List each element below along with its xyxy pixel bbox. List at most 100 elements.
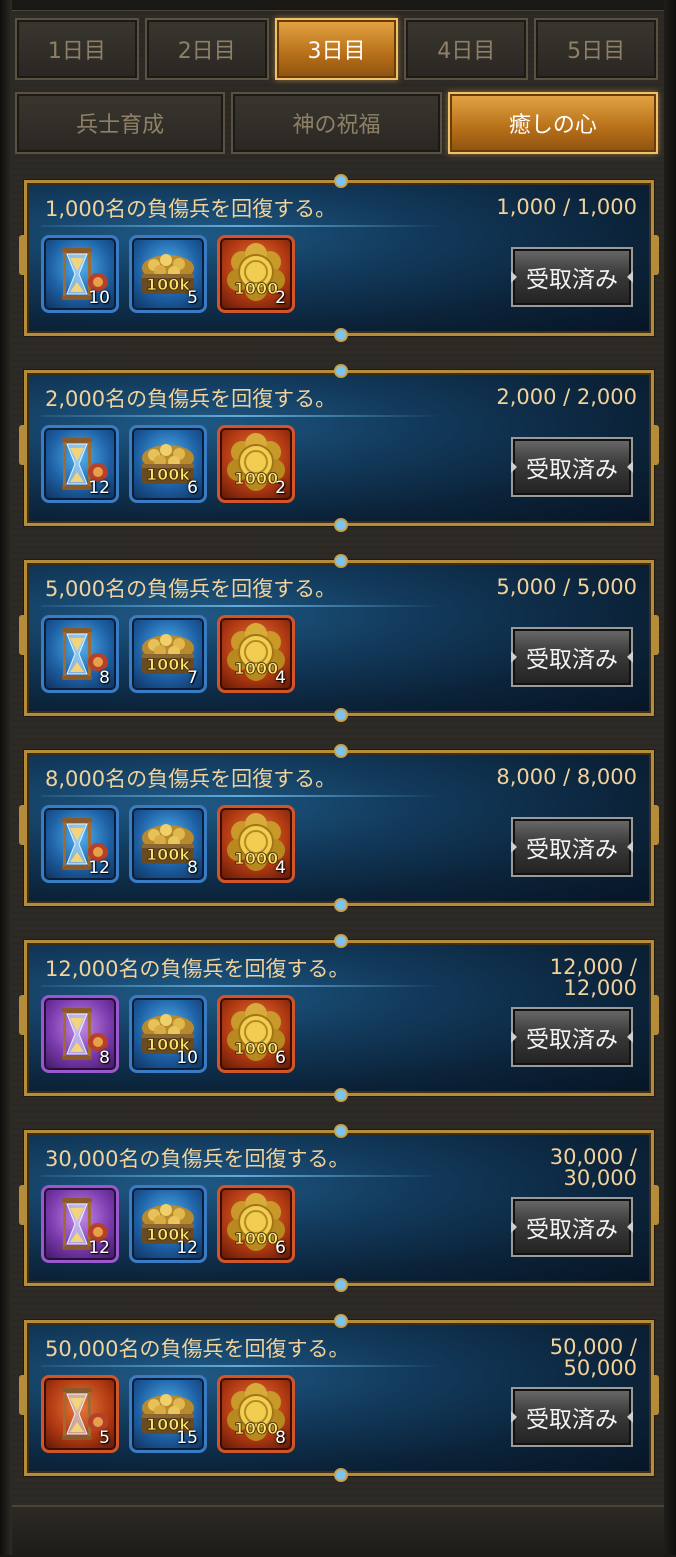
reward-item[interactable]: 100k 10 bbox=[129, 995, 207, 1073]
reward-list: 8 100k 7 1000 4 bbox=[41, 615, 295, 693]
card-ornament-left bbox=[19, 615, 27, 655]
svg-text:1000: 1000 bbox=[234, 279, 279, 298]
title-underline bbox=[41, 1175, 441, 1177]
tab-healing-heart[interactable]: 癒しの心 bbox=[447, 92, 658, 154]
card-ornament-right bbox=[651, 1375, 659, 1415]
reward-quantity: 2 bbox=[275, 288, 286, 308]
reward-list: 12 100k 12 1000 6 bbox=[41, 1185, 295, 1263]
reward-quantity: 7 bbox=[187, 668, 198, 688]
svg-text:1000: 1000 bbox=[234, 469, 279, 488]
reward-item[interactable]: 8 bbox=[41, 615, 119, 693]
reward-quantity: 12 bbox=[88, 1238, 110, 1258]
tab-day-3[interactable]: 3日目 bbox=[274, 18, 399, 80]
reward-quantity: 8 bbox=[99, 668, 110, 688]
claimed-button[interactable]: 受取済み bbox=[511, 437, 633, 497]
svg-text:1000: 1000 bbox=[234, 1229, 279, 1248]
card-ornament-right bbox=[651, 235, 659, 275]
reward-quantity: 4 bbox=[275, 668, 286, 688]
reward-list: 12 100k 8 1000 4 bbox=[41, 805, 295, 883]
reward-item[interactable]: 100k 5 bbox=[129, 235, 207, 313]
reward-item[interactable]: 1000 2 bbox=[217, 425, 295, 503]
quest-title: 8,000名の負傷兵を回復する。 bbox=[45, 767, 337, 791]
reward-list: 5 100k 15 1000 8 bbox=[41, 1375, 295, 1453]
tab-day-1[interactable]: 1日目 bbox=[15, 18, 139, 80]
reward-item[interactable]: 100k 12 bbox=[129, 1185, 207, 1263]
reward-quantity: 10 bbox=[176, 1048, 198, 1068]
tab-day-4[interactable]: 4日目 bbox=[404, 18, 529, 80]
card-ornament-right bbox=[651, 805, 659, 845]
reward-list: 10 100k 5 1000 2 bbox=[41, 235, 295, 313]
claimed-button[interactable]: 受取済み bbox=[511, 627, 633, 687]
reward-item[interactable]: 100k 7 bbox=[129, 615, 207, 693]
claimed-button[interactable]: 受取済み bbox=[511, 1007, 633, 1067]
card-ornament-left bbox=[19, 1375, 27, 1415]
reward-item[interactable]: 12 bbox=[41, 805, 119, 883]
tab-gods-blessing[interactable]: 神の祝福 bbox=[231, 92, 442, 154]
reward-item[interactable]: 1000 6 bbox=[217, 1185, 295, 1263]
tab-day-5[interactable]: 5日目 bbox=[534, 18, 658, 80]
reward-quantity: 8 bbox=[187, 858, 198, 878]
svg-text:100k: 100k bbox=[146, 465, 190, 484]
reward-item[interactable]: 100k 6 bbox=[129, 425, 207, 503]
quest-title: 50,000名の負傷兵を回復する。 bbox=[45, 1337, 350, 1361]
card-ornament-right bbox=[651, 615, 659, 655]
claimed-button[interactable]: 受取済み bbox=[511, 247, 633, 307]
title-underline bbox=[41, 415, 441, 417]
reward-item[interactable]: 1000 2 bbox=[217, 235, 295, 313]
quest-card: 8,000名の負傷兵を回復する。 8,000 / 8,000 12 100k 8 1000… bbox=[19, 744, 659, 912]
svg-text:1000: 1000 bbox=[234, 659, 279, 678]
claimed-button[interactable]: 受取済み bbox=[511, 817, 633, 877]
quest-progress: 8,000 / 8,000 bbox=[496, 765, 637, 789]
quest-progress: 12,000 / 12,000 bbox=[549, 955, 637, 1000]
title-underline bbox=[41, 1365, 441, 1367]
reward-item[interactable]: 12 bbox=[41, 425, 119, 503]
top-bar bbox=[12, 0, 664, 11]
reward-item[interactable]: 1000 4 bbox=[217, 615, 295, 693]
reward-quantity: 15 bbox=[176, 1428, 198, 1448]
reward-quantity: 6 bbox=[275, 1048, 286, 1068]
tab-soldier-training[interactable]: 兵士育成 bbox=[15, 92, 226, 154]
card-ornament-right bbox=[651, 1185, 659, 1225]
quest-title: 1,000名の負傷兵を回復する。 bbox=[45, 197, 337, 221]
svg-text:1000: 1000 bbox=[234, 1419, 279, 1438]
reward-item[interactable]: 12 bbox=[41, 1185, 119, 1263]
quest-progress: 50,000 / 50,000 bbox=[549, 1335, 637, 1380]
reward-item[interactable]: 100k 15 bbox=[129, 1375, 207, 1453]
svg-text:1000: 1000 bbox=[234, 1039, 279, 1058]
reward-item[interactable]: 1000 8 bbox=[217, 1375, 295, 1453]
svg-text:100k: 100k bbox=[146, 275, 190, 294]
reward-list: 8 100k 10 1000 6 bbox=[41, 995, 295, 1073]
reward-quantity: 12 bbox=[88, 478, 110, 498]
reward-quantity: 8 bbox=[99, 1048, 110, 1068]
quest-card: 2,000名の負傷兵を回復する。 2,000 / 2,000 12 100k 6 1000… bbox=[19, 364, 659, 532]
reward-item[interactable]: 8 bbox=[41, 995, 119, 1073]
claimed-button[interactable]: 受取済み bbox=[511, 1387, 633, 1447]
reward-quantity: 5 bbox=[99, 1428, 110, 1448]
reward-item[interactable]: 1000 6 bbox=[217, 995, 295, 1073]
reward-item[interactable]: 1000 4 bbox=[217, 805, 295, 883]
reward-item[interactable]: 100k 8 bbox=[129, 805, 207, 883]
tab-day-2[interactable]: 2日目 bbox=[144, 18, 269, 80]
svg-text:100k: 100k bbox=[146, 655, 190, 674]
title-underline bbox=[41, 985, 441, 987]
title-underline bbox=[41, 795, 441, 797]
quest-title: 12,000名の負傷兵を回復する。 bbox=[45, 957, 350, 981]
title-underline bbox=[41, 225, 441, 227]
quest-progress: 2,000 / 2,000 bbox=[496, 385, 637, 409]
quest-title: 5,000名の負傷兵を回復する。 bbox=[45, 577, 337, 601]
card-ornament-left bbox=[19, 1185, 27, 1225]
reward-quantity: 6 bbox=[187, 478, 198, 498]
reward-quantity: 10 bbox=[88, 288, 110, 308]
card-ornament-right bbox=[651, 995, 659, 1035]
reward-item[interactable]: 5 bbox=[41, 1375, 119, 1453]
claimed-button[interactable]: 受取済み bbox=[511, 1197, 633, 1257]
reward-item[interactable]: 10 bbox=[41, 235, 119, 313]
reward-quantity: 6 bbox=[275, 1238, 286, 1258]
svg-text:100k: 100k bbox=[146, 845, 190, 864]
reward-quantity: 2 bbox=[275, 478, 286, 498]
quest-title: 2,000名の負傷兵を回復する。 bbox=[45, 387, 337, 411]
quest-card: 5,000名の負傷兵を回復する。 5,000 / 5,000 8 100k 7 1000 4… bbox=[19, 554, 659, 722]
reward-quantity: 4 bbox=[275, 858, 286, 878]
quest-card: 12,000名の負傷兵を回復する。 12,000 / 12,000 8 100k 10 1… bbox=[19, 934, 659, 1102]
card-ornament-left bbox=[19, 235, 27, 275]
